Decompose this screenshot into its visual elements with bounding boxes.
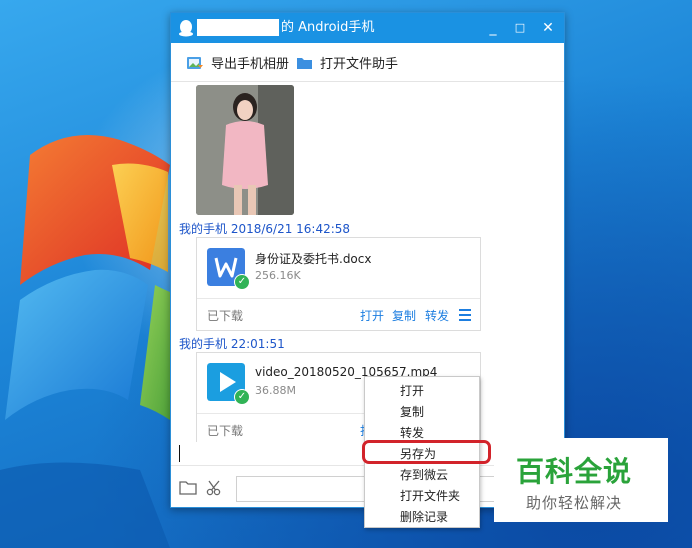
minimize-button[interactable]: _ xyxy=(478,13,508,43)
file-name: 身份证及委托书.docx xyxy=(255,252,372,266)
export-album-label: 导出手机相册 xyxy=(211,57,290,72)
maximize-button[interactable]: □ xyxy=(505,13,535,43)
open-link[interactable]: 打开 xyxy=(360,307,384,324)
qq-penguin-icon xyxy=(179,20,193,37)
download-status: 已下载 xyxy=(207,309,244,323)
redacted-contact-name xyxy=(197,19,279,36)
export-album-button[interactable]: 导出手机相册 xyxy=(186,53,289,72)
toolbar: 导出手机相册 打开文件助手 xyxy=(171,43,564,82)
menu-item-forward[interactable]: 转发 xyxy=(400,424,424,441)
forward-link[interactable]: 转发 xyxy=(425,307,449,324)
menu-item-open-folder[interactable]: 打开文件夹 xyxy=(400,487,460,504)
menu-item-open[interactable]: 打开 xyxy=(400,382,424,399)
scissors-icon[interactable] xyxy=(206,479,223,496)
watermark-title: 百科全说 xyxy=(516,455,633,488)
photo-album-icon xyxy=(187,56,203,69)
menu-item-delete-record[interactable]: 删除记录 xyxy=(400,508,448,525)
close-button[interactable]: ✕ xyxy=(533,13,563,43)
message-sender-time: 我的手机 2018/6/21 16:42:58 xyxy=(179,222,351,236)
title-bar[interactable]: 的 Android手机 _ □ ✕ xyxy=(171,13,564,43)
card-divider xyxy=(197,298,480,299)
menu-item-save-to-weiyun[interactable]: 存到微云 xyxy=(400,466,448,483)
menu-item-copy[interactable]: 复制 xyxy=(400,403,424,420)
more-menu-icon[interactable] xyxy=(459,309,471,324)
message-sender-time: 我的手机 22:01:51 xyxy=(179,337,285,351)
file-size: 256.16K xyxy=(255,269,301,282)
downloaded-check-icon: ✓ xyxy=(234,389,250,405)
watermark-subtitle: 助你轻松解决 xyxy=(526,494,623,512)
window-title: 的 Android手机 xyxy=(281,20,375,35)
baike-watermark: 百科全说 助你轻松解决 xyxy=(494,438,668,522)
download-status: 已下载 xyxy=(207,424,244,438)
open-file-helper-button[interactable]: 打开文件助手 xyxy=(296,53,398,72)
folder-icon xyxy=(297,57,312,69)
open-file-helper-label: 打开文件助手 xyxy=(320,57,399,72)
save-as-highlight-annotation xyxy=(362,440,491,464)
text-cursor xyxy=(179,445,180,462)
file-size: 36.88M xyxy=(255,384,296,397)
file-message-card[interactable]: ✓ 身份证及委托书.docx 256.16K 已下载 打开 复制 转发 xyxy=(196,237,481,331)
photo-image xyxy=(196,85,294,215)
folder-outline-icon[interactable] xyxy=(179,480,197,495)
downloaded-check-icon: ✓ xyxy=(234,274,250,290)
copy-link[interactable]: 复制 xyxy=(392,307,416,324)
received-photo[interactable] xyxy=(196,85,294,215)
